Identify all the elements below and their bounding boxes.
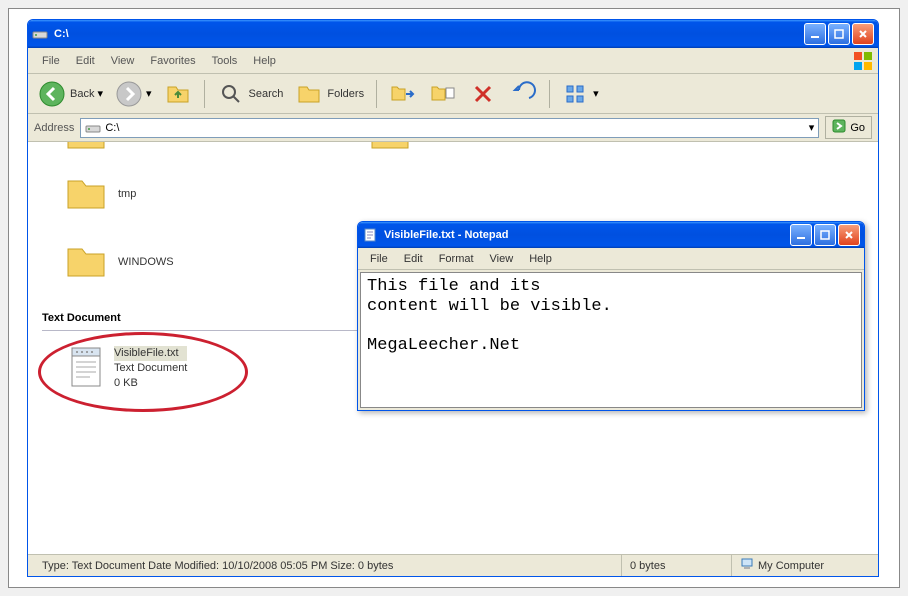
- folder-item[interactable]: [368, 142, 412, 154]
- back-icon: [38, 80, 66, 108]
- forward-button[interactable]: ▾: [111, 77, 156, 111]
- menu-help[interactable]: Help: [245, 52, 284, 70]
- explorer-toolbar: Back ▾ ▾ Search Folders ▾: [28, 74, 878, 114]
- toolbar-separator: [376, 80, 377, 108]
- chevron-down-icon[interactable]: ▾: [809, 121, 815, 134]
- text-file-icon: [66, 346, 106, 390]
- file-visiblefile[interactable]: VisibleFile.txt Text Document 0 KB: [66, 346, 187, 391]
- back-button[interactable]: Back ▾: [34, 77, 107, 111]
- menu-edit[interactable]: Edit: [68, 52, 103, 70]
- folder-up-icon: [164, 80, 192, 108]
- folders-label: Folders: [327, 88, 364, 100]
- up-button[interactable]: [160, 77, 196, 111]
- folder-tmp[interactable]: tmp: [64, 174, 136, 214]
- go-button[interactable]: Go: [825, 116, 872, 139]
- status-location-label: My Computer: [758, 560, 824, 572]
- move-to-icon: [389, 80, 417, 108]
- notepad-icon: [362, 227, 378, 243]
- notepad-menubar: File Edit Format View Help: [358, 248, 864, 270]
- minimize-button[interactable]: [804, 23, 826, 45]
- chevron-down-icon: ▾: [146, 87, 152, 100]
- close-button[interactable]: [838, 224, 860, 246]
- drive-icon: [32, 26, 48, 42]
- addressbar: Address C:\ ▾ Go: [28, 114, 878, 142]
- maximize-button[interactable]: [828, 23, 850, 45]
- my-computer-icon: [740, 557, 754, 574]
- search-button[interactable]: Search: [213, 77, 288, 111]
- go-icon: [832, 119, 846, 136]
- menu-view[interactable]: View: [103, 52, 143, 70]
- notepad-title: VisibleFile.txt - Notepad: [384, 229, 790, 241]
- menu-edit[interactable]: Edit: [396, 251, 431, 267]
- menu-format[interactable]: Format: [431, 251, 482, 267]
- views-button[interactable]: ▾: [558, 77, 603, 111]
- menu-favorites[interactable]: Favorites: [142, 52, 203, 70]
- copy-to-icon: [429, 80, 457, 108]
- file-info: VisibleFile.txt Text Document 0 KB: [114, 346, 187, 391]
- back-label: Back: [70, 88, 94, 100]
- undo-button[interactable]: [505, 77, 541, 111]
- status-details: Type: Text Document Date Modified: 10/10…: [34, 555, 622, 576]
- delete-button[interactable]: [465, 77, 501, 111]
- window-controls: [790, 224, 860, 246]
- folders-icon: [295, 80, 323, 108]
- file-size: 0 KB: [114, 376, 187, 391]
- file-type: Text Document: [114, 361, 187, 376]
- explorer-titlebar[interactable]: C:\: [28, 20, 878, 48]
- folder-windows[interactable]: WINDOWS: [64, 242, 174, 282]
- forward-icon: [115, 80, 143, 108]
- notepad-titlebar[interactable]: VisibleFile.txt - Notepad: [358, 222, 864, 248]
- toolbar-separator: [549, 80, 550, 108]
- folder-icon: [64, 242, 108, 282]
- views-icon: [562, 80, 590, 108]
- menu-file[interactable]: File: [34, 52, 68, 70]
- folder-icon: [64, 142, 108, 154]
- chevron-down-icon: ▾: [97, 87, 103, 100]
- statusbar: Type: Text Document Date Modified: 10/10…: [28, 554, 878, 576]
- window-controls: [804, 23, 874, 45]
- close-button[interactable]: [852, 23, 874, 45]
- chevron-down-icon: ▾: [593, 87, 599, 100]
- notepad-content[interactable]: This file and its content will be visibl…: [360, 272, 862, 408]
- explorer-title: C:\: [54, 28, 804, 40]
- folder-label: tmp: [118, 188, 136, 200]
- undo-icon: [509, 80, 537, 108]
- explorer-menubar: File Edit View Favorites Tools Help: [28, 48, 878, 74]
- status-bytes: 0 bytes: [622, 555, 732, 576]
- search-icon: [217, 80, 245, 108]
- status-location: My Computer: [732, 555, 872, 576]
- maximize-button[interactable]: [814, 224, 836, 246]
- delete-icon: [469, 80, 497, 108]
- copy-to-button[interactable]: [425, 77, 461, 111]
- folder-label: WINDOWS: [118, 256, 174, 268]
- folders-button[interactable]: Folders: [291, 77, 368, 111]
- menu-help[interactable]: Help: [521, 251, 560, 267]
- menu-tools[interactable]: Tools: [204, 52, 246, 70]
- address-input[interactable]: C:\ ▾: [80, 118, 819, 138]
- go-label: Go: [850, 122, 865, 134]
- move-to-button[interactable]: [385, 77, 421, 111]
- folder-icon: [64, 174, 108, 214]
- address-value: C:\: [105, 122, 119, 134]
- windows-logo-icon: [852, 50, 874, 72]
- group-header: Text Document: [42, 312, 121, 324]
- drive-icon: [85, 120, 101, 136]
- folder-icon: [368, 142, 412, 154]
- menu-file[interactable]: File: [362, 251, 396, 267]
- menu-view[interactable]: View: [482, 251, 522, 267]
- folder-item[interactable]: [64, 142, 108, 154]
- search-label: Search: [249, 88, 284, 100]
- toolbar-separator: [204, 80, 205, 108]
- address-label: Address: [34, 122, 74, 134]
- outer-frame: C:\ File Edit View Favorites Tools Help …: [8, 8, 900, 588]
- file-name: VisibleFile.txt: [114, 346, 187, 361]
- minimize-button[interactable]: [790, 224, 812, 246]
- notepad-window: VisibleFile.txt - Notepad File Edit Form…: [357, 221, 865, 411]
